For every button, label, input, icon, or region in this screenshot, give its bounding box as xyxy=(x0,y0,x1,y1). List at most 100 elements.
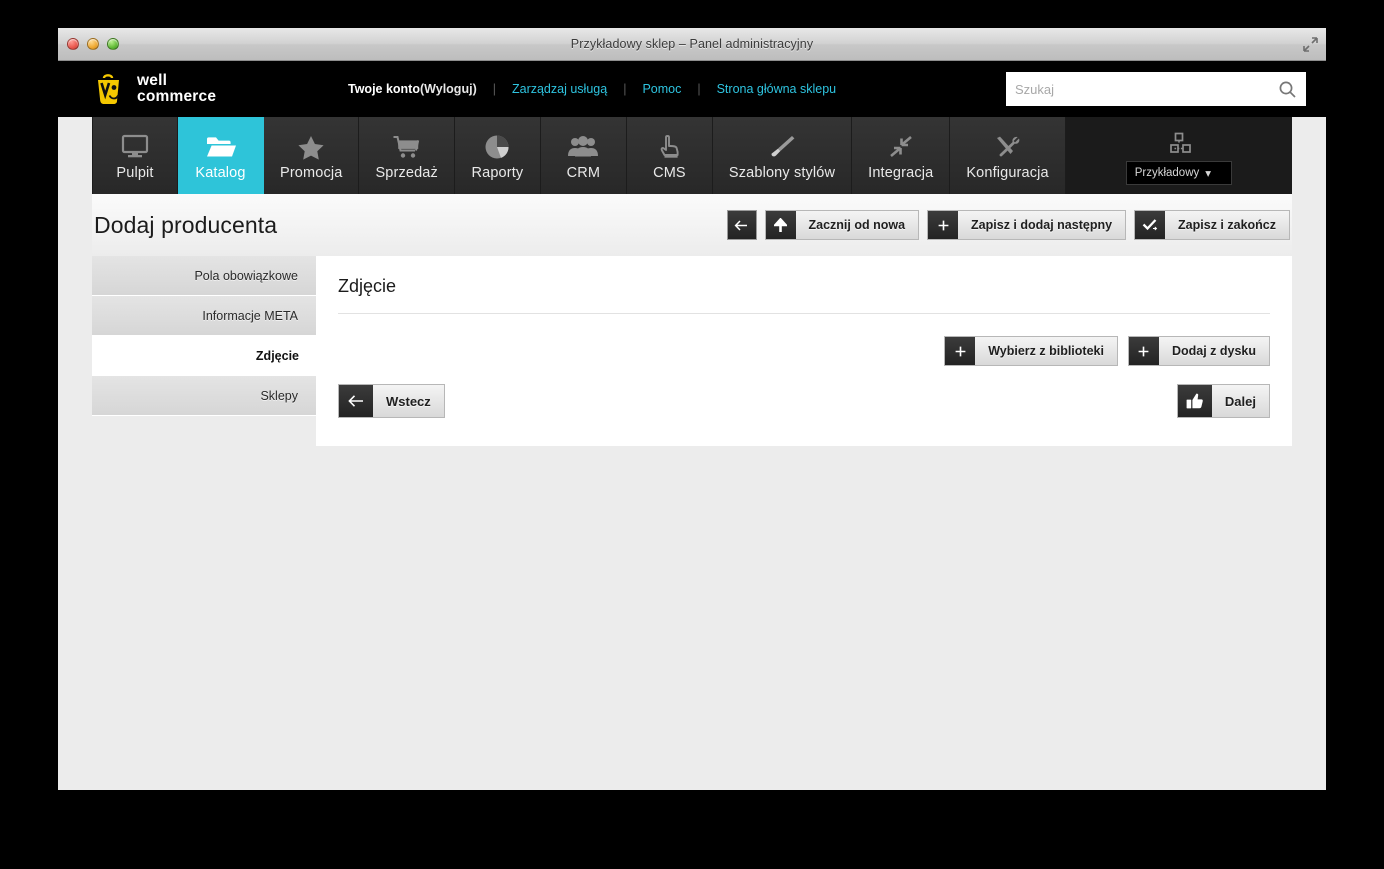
users-icon xyxy=(567,130,599,160)
previous-step-label: Wstecz xyxy=(386,393,431,409)
store-switcher-cell[interactable]: Przykładowy ▾ xyxy=(1065,117,1292,194)
start-over-button[interactable]: Zacznij od nowa xyxy=(764,210,920,240)
nav-label: Integracja xyxy=(868,165,934,181)
save-and-add-next-button[interactable]: Zapisz i dodaj następny xyxy=(927,210,1127,240)
star-icon xyxy=(296,130,326,160)
panel-divider xyxy=(338,313,1270,314)
nav-item-promocja[interactable]: Promocja xyxy=(264,117,360,194)
main-navigation: Pulpit Katalog Promocja Sprzedaż Raporty… xyxy=(92,117,1292,194)
nav-label: Katalog xyxy=(195,165,246,181)
nav-label: Szablony stylów xyxy=(728,165,836,181)
pointing-hand-icon xyxy=(656,130,682,160)
save-and-finish-button[interactable]: Zapisz i zakończ xyxy=(1134,210,1290,240)
plus-icon xyxy=(928,211,959,239)
zoom-button[interactable] xyxy=(107,38,119,50)
sitemap-icon xyxy=(1164,126,1194,156)
nav-item-konfiguracja[interactable]: Konfiguracja xyxy=(950,117,1066,194)
application-window: Przykładowy sklep – Panel administracyjn… xyxy=(58,28,1326,790)
search-icon[interactable] xyxy=(1278,80,1297,99)
shop-homepage-link[interactable]: Strona główna sklepu xyxy=(717,82,837,96)
nav-item-szablony-stylow[interactable]: Szablony stylów xyxy=(712,117,853,194)
top-bar: well commerce Twoje konto(Wyloguj) | Zar… xyxy=(58,61,1326,117)
tools-icon xyxy=(993,130,1023,160)
sidebar-item-label: Pola obowiązkowe xyxy=(194,268,298,283)
start-over-label: Zacznij od nowa xyxy=(808,218,906,232)
shopping-cart-icon xyxy=(392,130,422,160)
search-box[interactable] xyxy=(1006,72,1306,106)
nav-label: Raporty xyxy=(471,165,524,181)
account-label: Twoje konto xyxy=(348,82,420,96)
back-button[interactable] xyxy=(726,210,757,240)
nav-item-cms[interactable]: CMS xyxy=(626,117,713,194)
sidebar-item-label: Informacje META xyxy=(202,308,298,323)
next-step-button[interactable]: Dalej xyxy=(1176,384,1270,418)
nav-item-pulpit[interactable]: Pulpit xyxy=(92,117,178,194)
window-controls[interactable] xyxy=(67,38,119,50)
nav-label: Sprzedaż xyxy=(375,165,438,181)
admin-app: well commerce Twoje konto(Wyloguj) | Zar… xyxy=(58,61,1326,790)
account-link[interactable]: Twoje konto(Wyloguj) xyxy=(348,82,477,96)
close-button[interactable] xyxy=(67,38,79,50)
nav-item-integracja[interactable]: Integracja xyxy=(852,117,951,194)
link-separator: | xyxy=(492,82,496,96)
folder-open-icon xyxy=(205,130,237,160)
nav-label: CMS xyxy=(653,165,686,181)
arrows-in-icon xyxy=(886,130,916,160)
nav-item-raporty[interactable]: Raporty xyxy=(454,117,541,194)
thumbs-up-icon xyxy=(1177,385,1212,417)
pie-chart-icon xyxy=(482,130,512,160)
sidebar-item-informacje-meta[interactable]: Informacje META xyxy=(92,296,316,336)
paintbrush-icon xyxy=(767,130,797,160)
page-title: Dodaj producenta xyxy=(94,211,278,238)
upload-actions: Wybierz z biblioteki Dodaj z dysku xyxy=(338,336,1270,366)
store-switcher-dropdown[interactable]: Przykładowy ▾ xyxy=(1125,161,1233,185)
sidebar-item-sklepy[interactable]: Sklepy xyxy=(92,376,316,416)
add-from-disk-label: Dodaj z dysku xyxy=(1171,344,1256,358)
window-title: Przykładowy sklep – Panel administracyjn… xyxy=(570,37,814,51)
brand-name: well commerce xyxy=(137,72,216,105)
panel-title: Zdjęcie xyxy=(338,276,397,296)
plus-icon xyxy=(945,337,976,365)
help-link[interactable]: Pomoc xyxy=(642,82,681,96)
form-step-sidebar: Pola obowiązkowe Informacje META Zdjęcie… xyxy=(92,256,317,416)
nav-item-sprzedaz[interactable]: Sprzedaż xyxy=(359,117,455,194)
sidebar-item-pola-obowiazkowe[interactable]: Pola obowiązkowe xyxy=(92,256,316,296)
top-links: Twoje konto(Wyloguj) | Zarządzaj usługą … xyxy=(348,82,836,96)
sidebar-item-zdjecie[interactable]: Zdjęcie xyxy=(92,336,317,376)
nav-label: Promocja xyxy=(280,165,343,181)
nav-item-crm[interactable]: CRM xyxy=(540,117,627,194)
nav-label: CRM xyxy=(566,165,601,181)
nav-label: Pulpit xyxy=(116,165,154,181)
sidebar-item-label: Zdjęcie xyxy=(255,348,299,363)
save-and-add-next-label: Zapisz i dodaj następny xyxy=(971,218,1113,232)
arrow-left-icon xyxy=(339,385,373,417)
sidebar-item-label: Sklepy xyxy=(260,388,298,403)
logout-link[interactable]: Wyloguj xyxy=(424,82,472,96)
choose-from-library-button[interactable]: Wybierz z biblioteki xyxy=(944,336,1118,366)
chevron-down-icon: ▾ xyxy=(1205,168,1212,180)
minimize-button[interactable] xyxy=(87,38,99,50)
store-switcher-label: Przykładowy xyxy=(1134,167,1200,179)
link-separator: | xyxy=(623,82,627,96)
check-arrow-icon xyxy=(1135,211,1166,239)
previous-step-button[interactable]: Wstecz xyxy=(338,384,445,418)
plus-icon xyxy=(1128,337,1159,365)
add-from-disk-button[interactable]: Dodaj z dysku xyxy=(1127,336,1270,366)
manage-service-link[interactable]: Zarządzaj usługą xyxy=(512,82,607,96)
nav-item-katalog[interactable]: Katalog xyxy=(178,117,264,194)
fullscreen-resize-icon[interactable] xyxy=(1300,34,1320,54)
nav-label: Konfiguracja xyxy=(966,165,1049,181)
page-header: Dodaj producenta Zacznij od nowa Zapisz … xyxy=(92,194,1292,256)
brand-logo[interactable]: well commerce xyxy=(58,71,348,107)
page-actions: Zacznij od nowa Zapisz i dodaj następny xyxy=(726,210,1290,240)
next-step-label: Dalej xyxy=(1224,393,1256,409)
photo-panel: Zdjęcie Wybierz z biblioteki Dodaj z dys… xyxy=(316,256,1292,446)
content-area: Pola obowiązkowe Informacje META Zdjęcie… xyxy=(92,256,1292,446)
arrow-left-icon xyxy=(727,211,756,239)
monitor-icon xyxy=(120,130,150,160)
wellcommerce-bag-logo xyxy=(92,71,128,107)
search-input[interactable] xyxy=(1015,81,1278,97)
step-navigation: Wstecz Dalej xyxy=(338,384,1270,418)
choose-from-library-label: Wybierz z biblioteki xyxy=(988,344,1104,358)
link-separator: | xyxy=(697,82,701,96)
